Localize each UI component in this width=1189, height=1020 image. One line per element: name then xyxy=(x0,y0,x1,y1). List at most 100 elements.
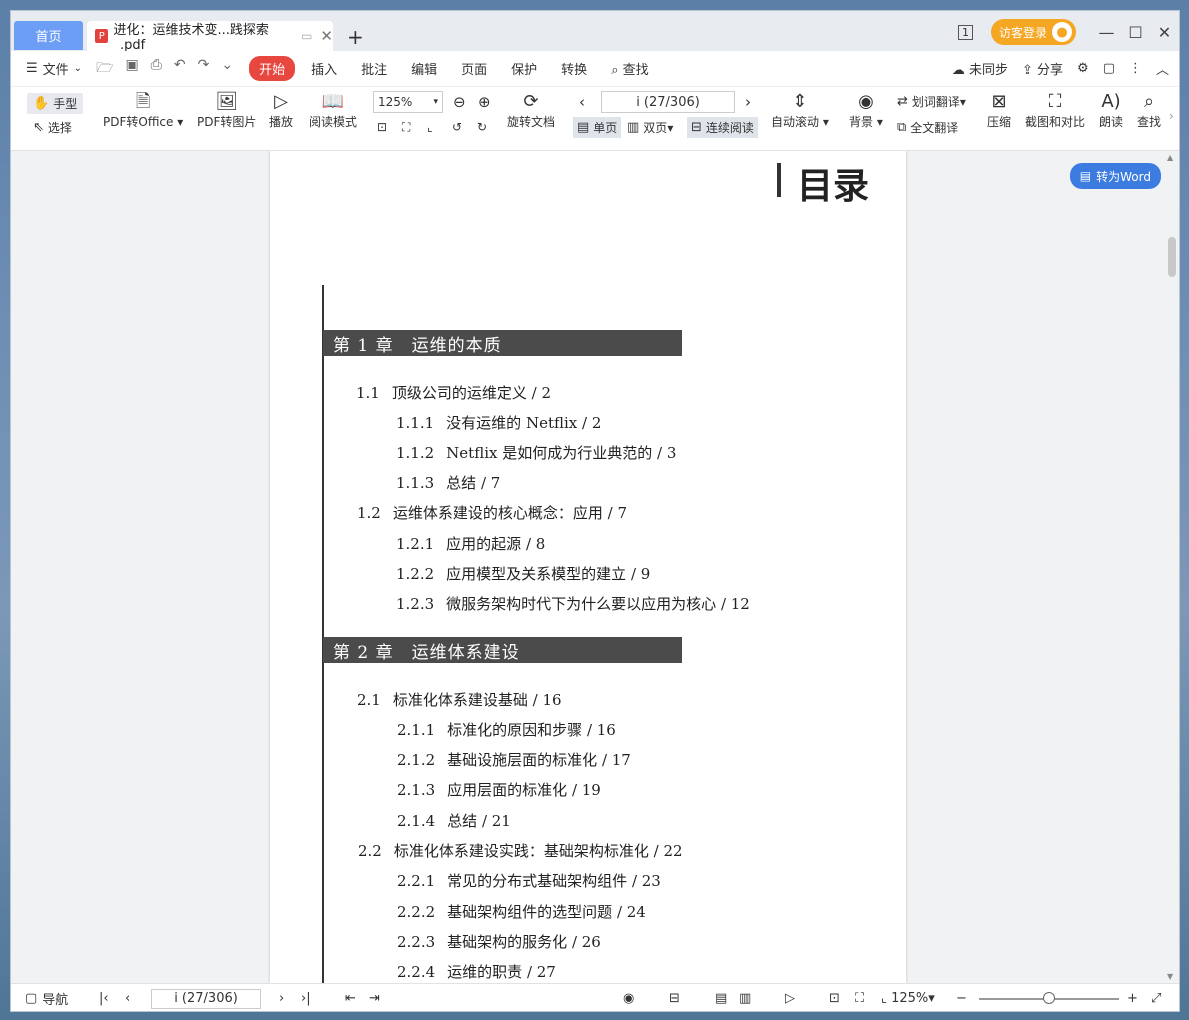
toc-entry[interactable]: 2.2.4 运维的职责 / 27 xyxy=(397,961,556,982)
rotate-document-button[interactable]: ⟳ 旋转文档 xyxy=(507,91,555,130)
scroll-up-icon[interactable]: ▲ xyxy=(1167,153,1173,162)
status-page-input[interactable]: i (27/306) xyxy=(151,988,261,1009)
menu-insert[interactable]: 插入 xyxy=(311,59,337,78)
toc-entry[interactable]: 2.1.3 应用层面的标准化 / 19 xyxy=(397,779,601,800)
tab-document[interactable]: P 进化：运维技术变...践探索_.pdf ▭ ✕ xyxy=(87,21,333,53)
open-folder-icon[interactable]: 🗁 xyxy=(96,57,113,81)
toc-entry[interactable]: 2.1 标准化体系建设基础 / 16 xyxy=(357,689,562,710)
next-page-icon[interactable]: › xyxy=(279,991,284,1006)
comment-icon[interactable]: ▢ xyxy=(1103,61,1115,76)
undo-icon[interactable]: ↶ xyxy=(174,57,186,81)
toc-entry[interactable]: 2.2 标准化体系建设实践：基础架构标准化 / 22 xyxy=(358,840,683,861)
toc-entry[interactable]: 2.2.3 基础架构的服务化 / 26 xyxy=(397,931,601,952)
toc-entry[interactable]: 1.1.1 没有运维的 Netflix / 2 xyxy=(396,412,601,433)
zoom-slider[interactable] xyxy=(979,992,1119,1004)
prev-page-icon[interactable]: ‹ xyxy=(579,93,585,111)
menu-edit[interactable]: 编辑 xyxy=(411,59,437,78)
scroll-down-icon[interactable]: ▼ xyxy=(1167,972,1173,981)
menu-search[interactable]: ⌕ 查找 xyxy=(611,59,672,78)
minimize-icon[interactable]: — xyxy=(1092,23,1121,42)
double-page-button[interactable]: ▥ 双页 ▾ xyxy=(627,119,673,136)
single-page-icon[interactable]: ▤ xyxy=(715,991,727,1006)
select-tool-button[interactable]: ⇖ 选择 xyxy=(33,119,72,136)
last-page-icon[interactable]: ›| xyxy=(301,991,311,1006)
eye-icon[interactable]: ◉ xyxy=(623,991,634,1006)
sync-button[interactable]: ☁ 未同步 xyxy=(952,59,1008,78)
double-page-icon[interactable]: ▥ xyxy=(739,991,751,1006)
fit-page-icon[interactable]: ⛶ xyxy=(402,120,410,135)
redo-icon[interactable]: ↷ xyxy=(198,57,210,81)
save-icon[interactable]: ▣ xyxy=(125,57,138,81)
more-chevron-icon[interactable]: ⌄ xyxy=(221,57,233,81)
zoom-in-icon[interactable]: + xyxy=(1127,991,1138,1006)
share-button[interactable]: ⇪ 分享 xyxy=(1022,59,1063,78)
more-icon[interactable]: ⋮ xyxy=(1129,61,1142,76)
scrollbar-thumb[interactable] xyxy=(1168,237,1176,277)
toc-entry[interactable]: 1.1 顶级公司的运维定义 / 2 xyxy=(356,382,551,403)
page-count-icon[interactable]: 1 xyxy=(957,24,973,40)
tab-home[interactable]: 首页 xyxy=(14,21,83,50)
page-number-input[interactable]: i (27/306) xyxy=(601,91,735,113)
zoom-out-icon[interactable]: ⊖ xyxy=(453,93,466,111)
print-icon[interactable]: ⎙ xyxy=(151,57,162,81)
rotate-right-icon[interactable]: ↻ xyxy=(477,120,487,134)
background-button[interactable]: ◉ 背景 ▾ xyxy=(849,91,883,130)
zoom-select[interactable]: 125% ▾ xyxy=(373,91,443,113)
menu-annotate[interactable]: 批注 xyxy=(361,59,387,78)
menu-start[interactable]: 开始 xyxy=(249,56,296,81)
toc-entry[interactable]: 1.2.3 微服务架构时代下为什么要以应用为核心 / 12 xyxy=(396,593,750,614)
file-menu[interactable]: ☰ 文件 ⌄ xyxy=(26,59,82,78)
compress-button[interactable]: ⊠ 压缩 xyxy=(987,91,1011,130)
first-page-icon[interactable]: |‹ xyxy=(99,991,109,1006)
collapse-ribbon-icon[interactable]: ︿ xyxy=(1156,59,1169,78)
read-mode-button[interactable]: 📖 阅读模式 xyxy=(309,91,357,130)
read-aloud-button[interactable]: A) 朗读 xyxy=(1099,91,1123,130)
menu-page[interactable]: 页面 xyxy=(461,59,487,78)
pdf-to-image-button[interactable]: 🖼 PDF转图片 xyxy=(197,91,256,130)
close-tab-icon[interactable]: ✕ xyxy=(320,27,333,45)
login-button[interactable]: 访客登录 ● xyxy=(990,19,1076,45)
zoom-slider-knob[interactable] xyxy=(1043,992,1055,1004)
screen-icon[interactable]: ▭ xyxy=(301,29,312,43)
word-translate-button[interactable]: ⇄ 划词翻译 ▾ xyxy=(897,93,966,110)
continuous-icon[interactable]: ⊟ xyxy=(669,991,680,1006)
next-page-icon[interactable]: › xyxy=(745,93,751,111)
vertical-scrollbar[interactable]: ▲ ▼ xyxy=(1165,151,1179,983)
back-icon[interactable]: ⇤ xyxy=(345,991,356,1006)
toc-entry[interactable]: 2.1.4 总结 / 21 xyxy=(397,810,511,831)
new-tab-button[interactable]: + xyxy=(347,25,364,49)
toc-entry[interactable]: 2.1.1 标准化的原因和步骤 / 16 xyxy=(397,719,616,740)
fullscreen-icon[interactable]: ⤢ xyxy=(1151,991,1161,1006)
zoom-out-icon[interactable]: − xyxy=(956,991,967,1006)
hand-tool-button[interactable]: ✋ 手型 xyxy=(27,93,84,114)
toc-entry[interactable]: 2.2.1 常见的分布式基础架构组件 / 23 xyxy=(397,870,661,891)
zoom-in-icon[interactable]: ⊕ xyxy=(478,93,491,111)
maximize-icon[interactable]: ☐ xyxy=(1121,23,1150,42)
close-window-icon[interactable]: ✕ xyxy=(1150,23,1179,42)
document-view[interactable]: 目录 第 1 章 运维的本质 1.1 顶级公司的运维定义 / 2 1.1.1 没有运… xyxy=(11,151,1167,983)
menu-protect[interactable]: 保护 xyxy=(511,59,537,78)
single-page-button[interactable]: ▤ 单页 xyxy=(573,117,622,138)
nav-toggle[interactable]: ▢ 导航 xyxy=(25,989,68,1008)
play-button[interactable]: ▷ 播放 xyxy=(269,91,293,130)
toc-entry[interactable]: 1.2.1 应用的起源 / 8 xyxy=(396,533,545,554)
continuous-read-button[interactable]: ⊟ 连续阅读 xyxy=(687,117,758,138)
toc-entry[interactable]: 2.2.2 基础架构组件的选型问题 / 24 xyxy=(397,901,646,922)
play-icon[interactable]: ▷ xyxy=(785,991,795,1006)
full-translate-button[interactable]: ⧉ 全文翻译 xyxy=(897,119,958,136)
toc-entry[interactable]: 1.1.3 总结 / 7 xyxy=(396,472,500,493)
actual-size-icon[interactable]: ⊡ xyxy=(829,991,840,1006)
fit-page-icon[interactable]: ⛶ xyxy=(855,991,864,1006)
pdf-to-office-button[interactable]: 🗎 PDF转Office ▾ xyxy=(103,91,183,130)
prev-page-icon[interactable]: ‹ xyxy=(125,991,130,1006)
menu-convert[interactable]: 转换 xyxy=(561,59,587,78)
status-zoom-select[interactable]: ⌞ 125% ▾ xyxy=(881,991,935,1006)
forward-icon[interactable]: ⇥ xyxy=(369,991,380,1006)
toc-entry[interactable]: 1.2.2 应用模型及关系模型的建立 / 9 xyxy=(396,563,650,584)
toc-entry[interactable]: 1.2 运维体系建设的核心概念：应用 / 7 xyxy=(357,502,627,523)
settings-icon[interactable]: ⚙ xyxy=(1077,61,1089,76)
ribbon-scroll-right-icon[interactable]: › xyxy=(1169,109,1174,123)
convert-to-word-button[interactable]: ▤ 转为Word xyxy=(1069,163,1161,189)
toc-entry[interactable]: 1.1.2 Netflix 是如何成为行业典范的 / 3 xyxy=(396,442,676,463)
actual-size-icon[interactable]: ⊡ xyxy=(377,120,387,134)
